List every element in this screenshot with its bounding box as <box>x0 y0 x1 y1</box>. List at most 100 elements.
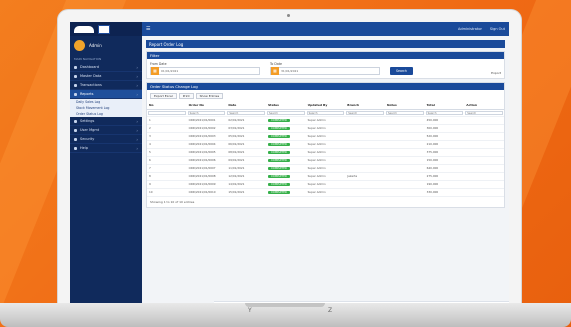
column-filter-cell: Search <box>424 109 465 117</box>
sidebar-item[interactable]: Dashboard › <box>70 63 142 72</box>
sidebar-item-label: Transactions <box>80 83 102 87</box>
sidebar-item[interactable]: Help › <box>70 144 142 153</box>
table-cell: 11/01/2021 <box>226 164 266 173</box>
brand-emblem <box>98 24 110 34</box>
table-cell: COMPLETED <box>265 140 306 149</box>
column-filter-input[interactable]: Search <box>385 110 424 115</box>
top-bar: ☰ Administrator Sign Out <box>142 22 509 36</box>
column-header[interactable]: Date <box>226 102 266 110</box>
print-button[interactable]: Print <box>178 93 194 99</box>
user-menu[interactable]: Administrator <box>458 27 482 31</box>
menu-dot-icon <box>74 146 77 150</box>
table-cell: ORD/2021/01/0005 <box>186 148 227 157</box>
table-cell: 5 <box>147 148 187 157</box>
column-filter-cell: Search <box>226 109 266 117</box>
table-cell <box>345 140 385 149</box>
sidebar-item[interactable]: Master Data › <box>70 72 142 81</box>
table-cell <box>464 124 504 133</box>
base-mark: Y <box>248 307 252 314</box>
table-cell <box>464 180 504 189</box>
sidebar-item[interactable]: Security › <box>70 135 142 144</box>
table-cell: ORD/2021/01/0003 <box>186 132 227 141</box>
column-header[interactable]: Notes <box>384 102 425 110</box>
table-cell <box>384 116 425 125</box>
sign-out-link[interactable]: Sign Out <box>490 27 505 31</box>
export-link[interactable]: Export <box>491 71 501 75</box>
column-filter-input[interactable]: Search <box>266 110 305 115</box>
column-filter-input[interactable]: Search <box>425 110 464 115</box>
table-row[interactable]: 10 ORD/2021/01/0010 15/01/2021 COMPLETED Sup… <box>147 188 504 197</box>
sidebar-item[interactable]: Settings › <box>70 117 142 126</box>
search-button[interactable]: Search <box>390 67 413 75</box>
column-header[interactable]: Order No <box>186 102 227 110</box>
table-cell <box>384 140 425 149</box>
table-cell: 02/01/2021 <box>226 116 266 125</box>
column-filter-input[interactable] <box>148 110 186 115</box>
column-filter-input[interactable]: Search <box>465 110 503 115</box>
table-row[interactable]: 2 ORD/2021/01/0002 03/01/2021 COMPLETED Supe… <box>147 124 504 133</box>
laptop-base: Y Z <box>0 303 571 327</box>
sidebar-item-label: Help <box>80 146 88 150</box>
table-row[interactable]: 3 ORD/2021/01/0003 05/01/2021 COMPLETED Supe… <box>147 132 504 141</box>
column-filter-cell: Search <box>305 109 346 117</box>
column-filter-input[interactable]: Search <box>346 110 384 115</box>
table-row[interactable]: 5 ORD/2021/01/0005 08/01/2021 COMPLETED Supe… <box>147 148 504 157</box>
table-cell <box>345 148 385 157</box>
to-date-input[interactable]: ▦ 31/01/2021 <box>270 67 380 75</box>
table-cell: COMPLETED <box>265 156 306 165</box>
table-row[interactable]: 8 ORD/2021/01/0008 12/01/2021 COMPLETED Supe… <box>147 172 504 181</box>
hamburger-icon[interactable]: ☰ <box>146 26 150 32</box>
table-row[interactable]: 6 ORD/2021/01/0006 09/01/2021 COMPLETED Supe… <box>147 156 504 165</box>
table-cell: 06/01/2021 <box>226 140 266 149</box>
show-entries-button[interactable]: Show Entries <box>195 93 224 99</box>
table-cell: ORD/2021/01/0002 <box>186 124 227 133</box>
calendar-icon[interactable]: ▦ <box>271 67 279 75</box>
column-header[interactable]: Total <box>424 102 465 110</box>
column-filter-input[interactable]: Search <box>306 110 345 115</box>
page-title: Report Order Log <box>146 40 505 48</box>
chevron-right-icon: › <box>136 91 138 97</box>
table-cell: 7 <box>147 164 187 173</box>
table-cell: 08/01/2021 <box>226 148 266 157</box>
table-cell <box>464 148 504 157</box>
column-header[interactable]: Action <box>464 102 504 110</box>
column-filter-cell: Search <box>345 109 385 117</box>
column-header[interactable]: Status <box>265 102 306 110</box>
table-cell: ORD/2021/01/0004 <box>186 140 227 149</box>
table-row[interactable]: 7 ORD/2021/01/0007 11/01/2021 COMPLETED Supe… <box>147 164 504 173</box>
export-excel-button[interactable]: Export Excel <box>150 93 177 99</box>
table-cell: 3 <box>147 132 187 141</box>
table-row[interactable]: 1 ORD/2021/01/0001 02/01/2021 COMPLETED Supe… <box>147 116 504 125</box>
table-row[interactable]: 4 ORD/2021/01/0004 06/01/2021 COMPLETED Supe… <box>147 140 504 149</box>
filter-card-title: Filter <box>147 52 504 59</box>
from-date-input[interactable]: ▦ 01/01/2021 <box>150 67 260 75</box>
table-cell <box>345 164 385 173</box>
column-header[interactable]: No <box>147 102 187 110</box>
status-badge: COMPLETED <box>267 127 290 130</box>
calendar-icon[interactable]: ▦ <box>151 67 159 75</box>
table-cell: 10 <box>147 188 187 197</box>
chevron-right-icon: › <box>136 145 138 151</box>
nav-heading: MAIN NAVIGATION <box>74 57 102 61</box>
column-header[interactable]: Branch <box>345 102 385 110</box>
column-filter-input[interactable]: Search <box>227 110 265 115</box>
table-cell: Super Admin <box>305 164 346 173</box>
table-cell: 15/01/2021 <box>226 188 266 197</box>
to-date-label: To Date <box>270 62 282 66</box>
table-cell <box>464 116 504 125</box>
user-profile[interactable]: Admin <box>70 36 142 55</box>
column-filter-input[interactable]: Search <box>187 110 226 115</box>
sidebar-item[interactable]: User Mgmt › <box>70 126 142 135</box>
table-row[interactable]: 9 ORD/2021/01/0009 14/01/2021 COMPLETED Supe… <box>147 180 504 189</box>
sidebar-item[interactable]: Reports › <box>70 90 142 99</box>
menu-dot-icon <box>74 92 77 96</box>
status-badge: COMPLETED <box>267 143 290 146</box>
sidebar-item[interactable]: Transactions › <box>70 81 142 90</box>
table-cell: Super Admin <box>305 124 346 133</box>
sidebar-item-label: Reports <box>80 92 94 96</box>
column-header[interactable]: Updated By <box>305 102 346 110</box>
table-cell <box>464 164 504 173</box>
to-date-value: 31/01/2021 <box>281 69 299 73</box>
nav-list: Dashboard › Master Data › Transactions › Repor… <box>70 63 142 153</box>
table-cell <box>384 180 425 189</box>
